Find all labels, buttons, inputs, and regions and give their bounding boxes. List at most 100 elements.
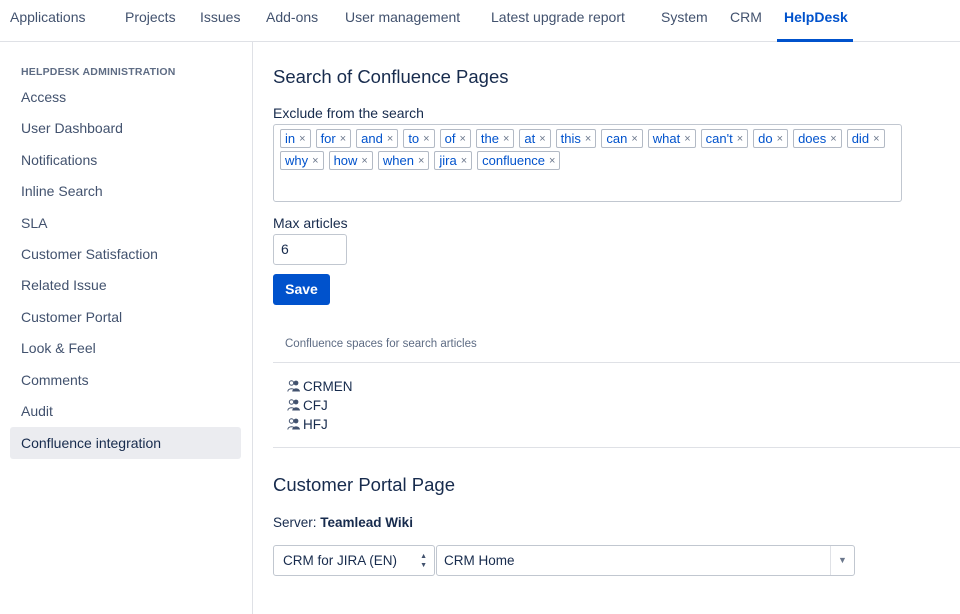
select-arrows-icon: ▲ ▼ <box>420 553 427 569</box>
tag-chip[interactable]: does × <box>793 129 842 148</box>
group-icon <box>287 380 300 392</box>
nav-crm[interactable]: CRM <box>730 9 762 25</box>
nav-applications[interactable]: Applications <box>10 9 86 25</box>
tag-chip[interactable]: confluence × <box>477 151 561 170</box>
sidebar-item-user-dashboard[interactable]: User Dashboard <box>10 112 241 144</box>
tag-chip[interactable]: and × <box>356 129 399 148</box>
admin-sidebar: HELPDESK ADMINISTRATION Access User Dash… <box>0 42 253 614</box>
remove-tag-icon[interactable]: × <box>684 133 690 145</box>
nav-helpdesk[interactable]: HelpDesk <box>784 9 848 25</box>
remove-tag-icon[interactable]: × <box>461 155 467 167</box>
remove-tag-icon[interactable]: × <box>873 133 879 145</box>
tag-chip[interactable]: jira × <box>434 151 473 170</box>
remove-tag-icon[interactable]: × <box>777 133 783 145</box>
tag-label: and <box>361 131 383 146</box>
tag-chip[interactable]: can't × <box>700 129 749 148</box>
remove-tag-icon[interactable]: × <box>503 133 509 145</box>
sidebar-item-confluence-integration[interactable]: Confluence integration <box>10 427 241 459</box>
remove-tag-icon[interactable]: × <box>312 155 318 167</box>
tag-label: does <box>798 131 827 146</box>
space-select[interactable]: CRM for JIRA (EN) ▲ ▼ <box>273 545 435 576</box>
tag-label: how <box>333 153 358 168</box>
sidebar-item-access[interactable]: Access <box>10 81 241 113</box>
exclude-label: Exclude from the search <box>273 105 424 121</box>
save-button[interactable]: Save <box>273 274 330 305</box>
tag-chip[interactable]: what × <box>647 129 696 148</box>
tag-chip[interactable]: for × <box>315 129 352 148</box>
tag-chip[interactable]: did × <box>846 129 885 148</box>
nav-issues[interactable]: Issues <box>200 9 240 25</box>
nav-system[interactable]: System <box>661 9 708 25</box>
tag-chip[interactable]: can × <box>601 129 643 148</box>
nav-latest-upgrade-report[interactable]: Latest upgrade report <box>491 9 625 25</box>
space-row-crmen[interactable]: CRMEN <box>287 377 353 395</box>
sidebar-item-comments[interactable]: Comments <box>10 364 241 396</box>
group-icon <box>287 418 300 430</box>
page-select[interactable]: CRM Home ▼ <box>436 545 855 576</box>
tag-label: what <box>652 131 681 146</box>
remove-tag-icon[interactable]: × <box>299 133 305 145</box>
tag-chip[interactable]: the × <box>475 129 515 148</box>
remove-tag-icon[interactable]: × <box>423 133 429 145</box>
tag-label: why <box>285 153 309 168</box>
remove-tag-icon[interactable]: × <box>830 133 836 145</box>
tag-label: jira <box>439 153 457 168</box>
portal-section-title: Customer Portal Page <box>273 474 456 495</box>
tag-label: for <box>320 131 336 146</box>
divider <box>273 447 960 448</box>
space-row-cfj[interactable]: CFJ <box>287 396 328 414</box>
sidebar-item-inline-search[interactable]: Inline Search <box>10 175 241 207</box>
tag-chip[interactable]: at × <box>519 129 551 148</box>
exclude-words-input[interactable]: in × for × and × to × of × the × at × this × can × what × ca… <box>273 124 902 202</box>
remove-tag-icon[interactable]: × <box>549 155 555 167</box>
tag-label: do <box>758 131 773 146</box>
remove-tag-icon[interactable]: × <box>418 155 424 167</box>
tag-label: of <box>444 131 456 146</box>
sidebar-item-sla[interactable]: SLA <box>10 207 241 239</box>
main-content: Search of Confluence Pages Exclude from … <box>254 42 960 614</box>
sidebar-item-customer-satisfaction[interactable]: Customer Satisfaction <box>10 238 241 270</box>
remove-tag-icon[interactable]: × <box>387 133 393 145</box>
group-icon <box>287 399 300 411</box>
tag-label: can't <box>705 131 733 146</box>
sidebar-item-customer-portal[interactable]: Customer Portal <box>10 301 241 333</box>
sidebar-item-audit[interactable]: Audit <box>10 395 241 427</box>
remove-tag-icon[interactable]: × <box>539 133 545 145</box>
sidebar-item-related-issue[interactable]: Related Issue <box>10 269 241 301</box>
remove-tag-icon[interactable]: × <box>340 133 346 145</box>
chevron-down-icon[interactable]: ▼ <box>830 546 854 575</box>
remove-tag-icon[interactable]: × <box>361 155 367 167</box>
tag-chip[interactable]: in × <box>280 129 311 148</box>
tag-chip[interactable]: this × <box>555 129 597 148</box>
spaces-table-header: Confluence spaces for search articles <box>285 338 477 350</box>
max-articles-input[interactable]: 6 <box>273 234 347 265</box>
tag-label: confluence <box>482 153 546 168</box>
tag-chip[interactable]: when × <box>377 151 430 170</box>
server-label: Server: <box>273 515 317 530</box>
sidebar-heading: HELPDESK ADMINISTRATION <box>21 66 176 78</box>
sidebar-item-look-and-feel[interactable]: Look & Feel <box>10 332 241 364</box>
remove-tag-icon[interactable]: × <box>737 133 743 145</box>
page-select-value: CRM Home <box>444 553 515 568</box>
tag-label: in <box>285 131 296 146</box>
tag-chip[interactable]: how × <box>328 151 373 170</box>
space-name: CRMEN <box>303 378 353 394</box>
server-line: Server: Teamlead Wiki <box>273 515 413 530</box>
space-row-hfj[interactable]: HFJ <box>287 415 328 433</box>
server-value: Teamlead Wiki <box>320 515 413 530</box>
nav-user-management[interactable]: User management <box>345 9 460 25</box>
tag-chip[interactable]: of × <box>439 129 471 148</box>
sidebar-item-notifications[interactable]: Notifications <box>10 144 241 176</box>
tag-chip[interactable]: why × <box>280 151 324 170</box>
remove-tag-icon[interactable]: × <box>631 133 637 145</box>
tag-label: at <box>524 131 536 146</box>
remove-tag-icon[interactable]: × <box>459 133 465 145</box>
nav-add-ons[interactable]: Add-ons <box>266 9 318 25</box>
tag-chip[interactable]: do × <box>753 129 789 148</box>
tag-label: when <box>382 153 414 168</box>
space-name: HFJ <box>303 416 328 432</box>
remove-tag-icon[interactable]: × <box>585 133 591 145</box>
tag-label: can <box>606 131 628 146</box>
tag-chip[interactable]: to × <box>403 129 435 148</box>
nav-projects[interactable]: Projects <box>125 9 176 25</box>
